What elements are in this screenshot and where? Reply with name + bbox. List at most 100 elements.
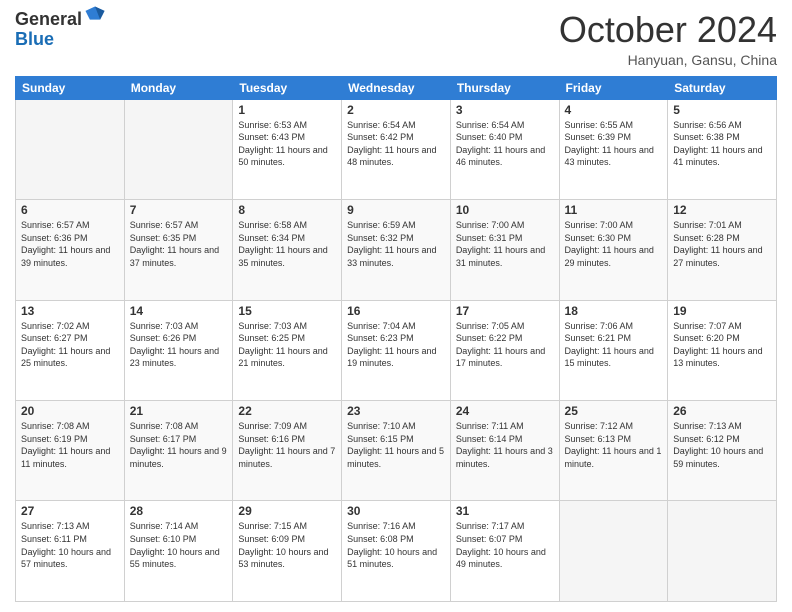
day-info: Sunrise: 7:06 AMSunset: 6:21 PMDaylight:… xyxy=(565,320,663,370)
day-info: Sunrise: 7:03 AMSunset: 6:25 PMDaylight:… xyxy=(238,320,336,370)
table-row: 31Sunrise: 7:17 AMSunset: 6:07 PMDayligh… xyxy=(450,501,559,602)
col-tuesday: Tuesday xyxy=(233,76,342,99)
day-info: Sunrise: 7:03 AMSunset: 6:26 PMDaylight:… xyxy=(130,320,228,370)
table-row xyxy=(124,99,233,199)
col-sunday: Sunday xyxy=(16,76,125,99)
sunset-label: Sunset: 6:31 PM xyxy=(456,233,523,243)
table-row: 23Sunrise: 7:10 AMSunset: 6:15 PMDayligh… xyxy=(342,401,451,501)
day-number: 10 xyxy=(456,203,554,217)
table-row: 18 Sunrise: 7:06 AMSunset: 6:21 PMDayligh… xyxy=(559,300,668,400)
sunrise-label: Sunrise: 6:57 AM xyxy=(21,220,90,230)
day-info: Sunrise: 7:02 AMSunset: 6:27 PMDaylight:… xyxy=(21,320,119,370)
table-row: 21Sunrise: 7:08 AMSunset: 6:17 PMDayligh… xyxy=(124,401,233,501)
sunrise-label: Sunrise: 7:03 AM xyxy=(130,321,199,331)
sunset-label: Sunset: 6:32 PM xyxy=(347,233,414,243)
logo: General Blue xyxy=(15,10,106,50)
table-row: 14Sunrise: 7:03 AMSunset: 6:26 PMDayligh… xyxy=(124,300,233,400)
calendar-week-0: 1Sunrise: 6:53 AMSunset: 6:43 PMDaylight… xyxy=(16,99,777,199)
table-row xyxy=(668,501,777,602)
day-info: Sunrise: 7:15 AMSunset: 6:09 PMDaylight:… xyxy=(238,520,336,570)
calendar-week-3: 20Sunrise: 7:08 AMSunset: 6:19 PMDayligh… xyxy=(16,401,777,501)
sunset-label: Sunset: 6:38 PM xyxy=(673,132,740,142)
day-info: Sunrise: 7:10 AMSunset: 6:15 PMDaylight:… xyxy=(347,420,445,470)
col-saturday: Saturday xyxy=(668,76,777,99)
day-info: Sunrise: 6:59 AMSunset: 6:32 PMDaylight:… xyxy=(347,219,445,269)
table-row: 15Sunrise: 7:03 AMSunset: 6:25 PMDayligh… xyxy=(233,300,342,400)
sunset-label: Sunset: 6:26 PM xyxy=(130,333,197,343)
day-info: Sunrise: 7:11 AM Sunset: 6:14 PM Daylight:… xyxy=(456,420,554,470)
sunset-label: Sunset: 6:19 PM xyxy=(21,434,88,444)
daylight-label: Daylight: 11 hours and 9 minutes. xyxy=(130,446,227,469)
logo-icon xyxy=(84,5,106,27)
day-info: Sunrise: 7:12 AMSunset: 6:13 PMDaylight:… xyxy=(565,420,663,470)
sunrise-label: Sunrise: 7:02 AM xyxy=(21,321,90,331)
sunrise-label: Sunrise: 7:12 AM xyxy=(565,421,634,431)
sunset-label: Sunset: 6:15 PM xyxy=(347,434,414,444)
day-number: 24 xyxy=(456,404,554,418)
daylight-label: Daylight: 11 hours and 3 minutes. xyxy=(456,446,553,469)
sunset-label: Sunset: 6:30 PM xyxy=(565,233,632,243)
daylight-label: Daylight: 11 hours and 11 minutes. xyxy=(21,446,110,469)
table-row: 11Sunrise: 7:00 AMSunset: 6:30 PMDayligh… xyxy=(559,200,668,300)
sunrise-label: Sunrise: 7:05 AM xyxy=(456,321,525,331)
daylight-label: Daylight: 10 hours and 51 minutes. xyxy=(347,547,437,570)
daylight-label: Daylight: 10 hours and 55 minutes. xyxy=(130,547,220,570)
day-number: 9 xyxy=(347,203,445,217)
day-info: Sunrise: 7:07 AMSunset: 6:20 PMDaylight:… xyxy=(673,320,771,370)
sunrise-label: Sunrise: 7:00 AM xyxy=(456,220,525,230)
col-friday: Friday xyxy=(559,76,668,99)
sunset-label: Sunset: 6:40 PM xyxy=(456,132,523,142)
sunrise-label: Sunrise: 7:07 AM xyxy=(673,321,742,331)
month-title: October 2024 xyxy=(559,10,777,50)
day-number: 21 xyxy=(130,404,228,418)
day-number: 2 xyxy=(347,103,445,117)
table-row: 1Sunrise: 6:53 AMSunset: 6:43 PMDaylight… xyxy=(233,99,342,199)
sunrise-label: Sunrise: 7:16 AM xyxy=(347,521,416,531)
table-row: 5Sunrise: 6:56 AMSunset: 6:38 PMDaylight… xyxy=(668,99,777,199)
sunrise-label: Sunrise: 7:08 AM xyxy=(21,421,90,431)
daylight-label: Daylight: 11 hours and 41 minutes. xyxy=(673,145,762,168)
day-info: Sunrise: 6:58 AMSunset: 6:34 PMDaylight:… xyxy=(238,219,336,269)
daylight-label: Daylight: 11 hours and 35 minutes. xyxy=(238,245,327,268)
day-info: Sunrise: 7:16 AMSunset: 6:08 PMDaylight:… xyxy=(347,520,445,570)
daylight-label: Daylight: 11 hours and 21 minutes. xyxy=(238,346,327,369)
sunset-label: Sunset: 6:39 PM xyxy=(565,132,632,142)
sunrise-label: Sunrise: 7:08 AM xyxy=(130,421,199,431)
daylight-label: Daylight: 10 hours and 53 minutes. xyxy=(238,547,328,570)
day-number: 26 xyxy=(673,404,771,418)
table-row: 7Sunrise: 6:57 AMSunset: 6:35 PMDaylight… xyxy=(124,200,233,300)
day-number: 1 xyxy=(238,103,336,117)
table-row xyxy=(16,99,125,199)
day-number: 18 xyxy=(565,304,663,318)
day-info: Sunrise: 7:17 AMSunset: 6:07 PMDaylight:… xyxy=(456,520,554,570)
table-row: 26Sunrise: 7:13 AMSunset: 6:12 PMDayligh… xyxy=(668,401,777,501)
sunset-label: Sunset: 6:23 PM xyxy=(347,333,414,343)
daylight-label: Daylight: 11 hours and 25 minutes. xyxy=(21,346,110,369)
day-info: Sunrise: 7:01 AMSunset: 6:28 PMDaylight:… xyxy=(673,219,771,269)
day-number: 8 xyxy=(238,203,336,217)
sunset-label: Sunset: 6:14 PM xyxy=(456,434,523,444)
table-row: 22Sunrise: 7:09 AMSunset: 6:16 PMDayligh… xyxy=(233,401,342,501)
calendar-week-2: 13 Sunrise: 7:02 AMSunset: 6:27 PMDayligh… xyxy=(16,300,777,400)
sunset-label: Sunset: 6:16 PM xyxy=(238,434,305,444)
sunset-label: Sunset: 6:25 PM xyxy=(238,333,305,343)
table-row: 4Sunrise: 6:55 AMSunset: 6:39 PMDaylight… xyxy=(559,99,668,199)
calendar-week-4: 27Sunrise: 7:13 AMSunset: 6:11 PMDayligh… xyxy=(16,501,777,602)
table-row: 16Sunrise: 7:04 AMSunset: 6:23 PMDayligh… xyxy=(342,300,451,400)
day-number: 13 xyxy=(21,304,119,318)
calendar-table: Sunday Monday Tuesday Wednesday Thursday… xyxy=(15,76,777,602)
table-row: 2Sunrise: 6:54 AMSunset: 6:42 PMDaylight… xyxy=(342,99,451,199)
header: General Blue October 2024 Hanyuan, Gansu… xyxy=(15,10,777,68)
table-row: 25Sunrise: 7:12 AMSunset: 6:13 PMDayligh… xyxy=(559,401,668,501)
sunrise-label: Sunrise: 6:54 AM xyxy=(456,120,525,130)
daylight-label: Daylight: 11 hours and 7 minutes. xyxy=(238,446,335,469)
day-number: 29 xyxy=(238,504,336,518)
day-number: 3 xyxy=(456,103,554,117)
table-row: 3Sunrise: 6:54 AMSunset: 6:40 PMDaylight… xyxy=(450,99,559,199)
sunrise-label: Sunrise: 7:11 AM xyxy=(456,421,524,431)
day-number: 17 xyxy=(456,304,554,318)
sunset-label: Sunset: 6:07 PM xyxy=(456,534,523,544)
day-number: 30 xyxy=(347,504,445,518)
sunrise-label: Sunrise: 6:58 AM xyxy=(238,220,307,230)
day-number: 19 xyxy=(673,304,771,318)
